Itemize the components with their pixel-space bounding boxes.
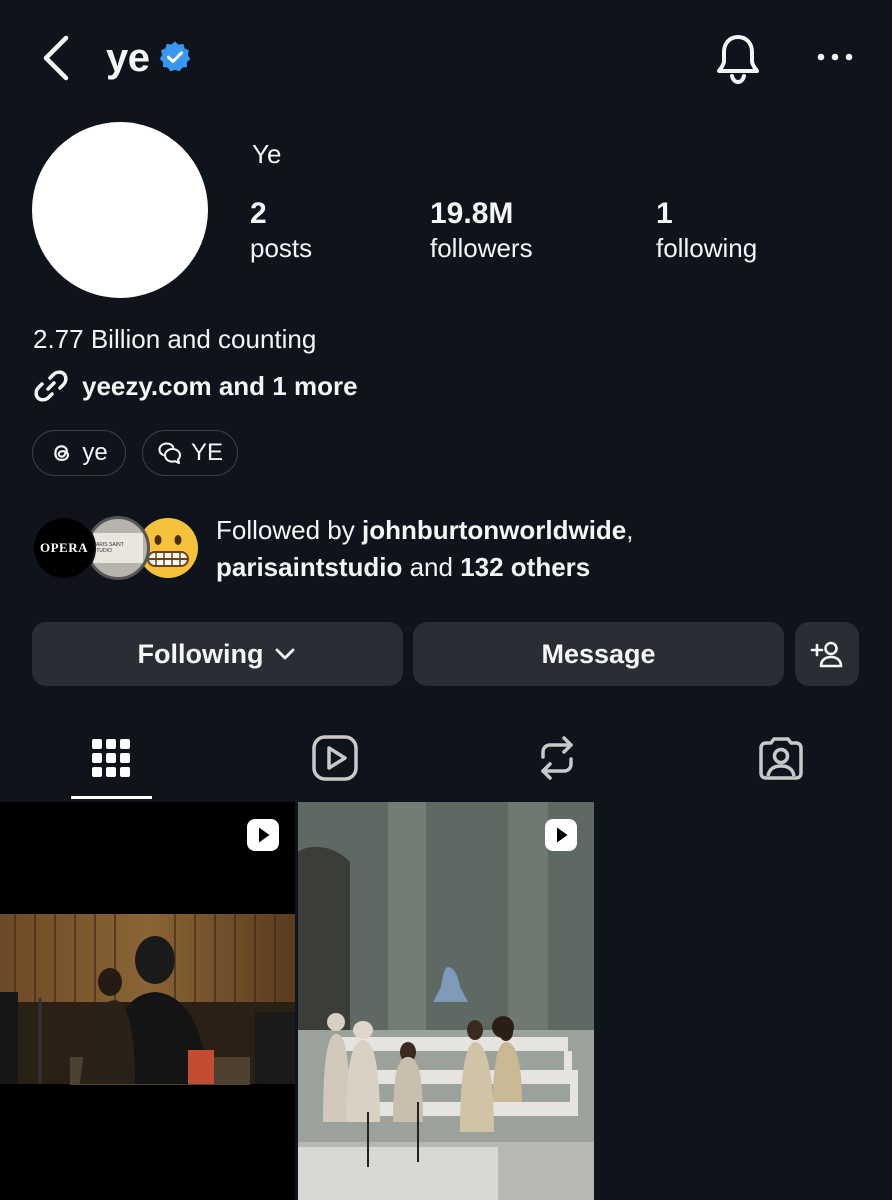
reels-icon — [312, 735, 358, 781]
channel-chip-label: YE — [190, 439, 223, 466]
chevron-left-icon — [43, 35, 69, 81]
following-count: 1 — [656, 197, 673, 230]
bell-icon — [717, 35, 759, 85]
link-text: yeezy.com and 1 more — [82, 370, 358, 401]
username: ye — [106, 36, 150, 80]
reposts-icon — [541, 736, 573, 780]
mutual-avatar-label: OPERA — [40, 540, 88, 555]
channel-chip[interactable]: YE — [142, 430, 238, 476]
mutual-avatar-label: PARIS SAINT STUDIO — [93, 542, 124, 554]
followers-label: followers — [430, 233, 533, 263]
tab-tagged[interactable] — [726, 728, 836, 788]
threads-chip-label: ye — [82, 439, 108, 466]
posts-label: posts — [250, 233, 313, 263]
back-button[interactable] — [34, 30, 78, 86]
posts-stat[interactable]: 2 posts — [250, 196, 312, 264]
following-button-label: Following — [137, 638, 264, 669]
chat-bubbles-icon — [158, 442, 182, 465]
mutual-others-link[interactable]: 132 others — [460, 552, 590, 582]
tagged-icon — [759, 737, 803, 780]
mutual-user-link[interactable]: johnburtonworldwide — [362, 515, 626, 545]
reel-badge-icon — [247, 819, 279, 851]
mutual-avatar: OPERA — [32, 516, 96, 580]
mutual-user-link[interactable]: parisaintstudio — [216, 552, 402, 582]
link-icon — [34, 370, 68, 402]
verified-badge-icon — [158, 40, 192, 74]
post-thumbnail[interactable] — [298, 802, 594, 1200]
threads-icon — [54, 445, 70, 462]
post-image — [0, 802, 295, 1200]
tab-reels[interactable] — [280, 728, 390, 788]
more-options-button[interactable] — [812, 40, 858, 74]
following-button[interactable]: Following — [32, 622, 403, 686]
following-label: following — [656, 233, 758, 263]
grid-icon — [92, 739, 130, 777]
followers-count: 19.8M — [430, 197, 514, 230]
message-button[interactable]: Message — [413, 622, 784, 686]
profile-avatar[interactable] — [32, 122, 208, 298]
display-name: Ye — [252, 139, 282, 169]
following-stat[interactable]: 1 following — [656, 196, 757, 264]
followed-by-text[interactable]: Followed by johnburtonworldwide, parisai… — [216, 512, 634, 586]
tab-reposts[interactable] — [502, 728, 612, 788]
chevron-down-icon — [276, 648, 295, 660]
more-horizontal-icon — [817, 53, 853, 61]
profile-link[interactable]: yeezy.com and 1 more — [32, 366, 358, 406]
followers-stat[interactable]: 19.8M followers — [430, 196, 533, 264]
post-thumbnail[interactable] — [0, 802, 295, 1200]
posts-count: 2 — [250, 197, 267, 230]
tab-posts-grid[interactable] — [56, 728, 166, 788]
add-user-icon — [810, 641, 843, 668]
add-user-button[interactable] — [795, 622, 859, 686]
post-image — [298, 802, 594, 1200]
notifications-button[interactable] — [712, 30, 764, 86]
threads-chip[interactable]: ye — [32, 430, 126, 476]
reel-badge-icon — [545, 819, 577, 851]
active-tab-indicator — [71, 796, 152, 799]
message-button-label: Message — [541, 638, 656, 669]
bio-text: 2.77 Billion and counting — [33, 324, 317, 354]
